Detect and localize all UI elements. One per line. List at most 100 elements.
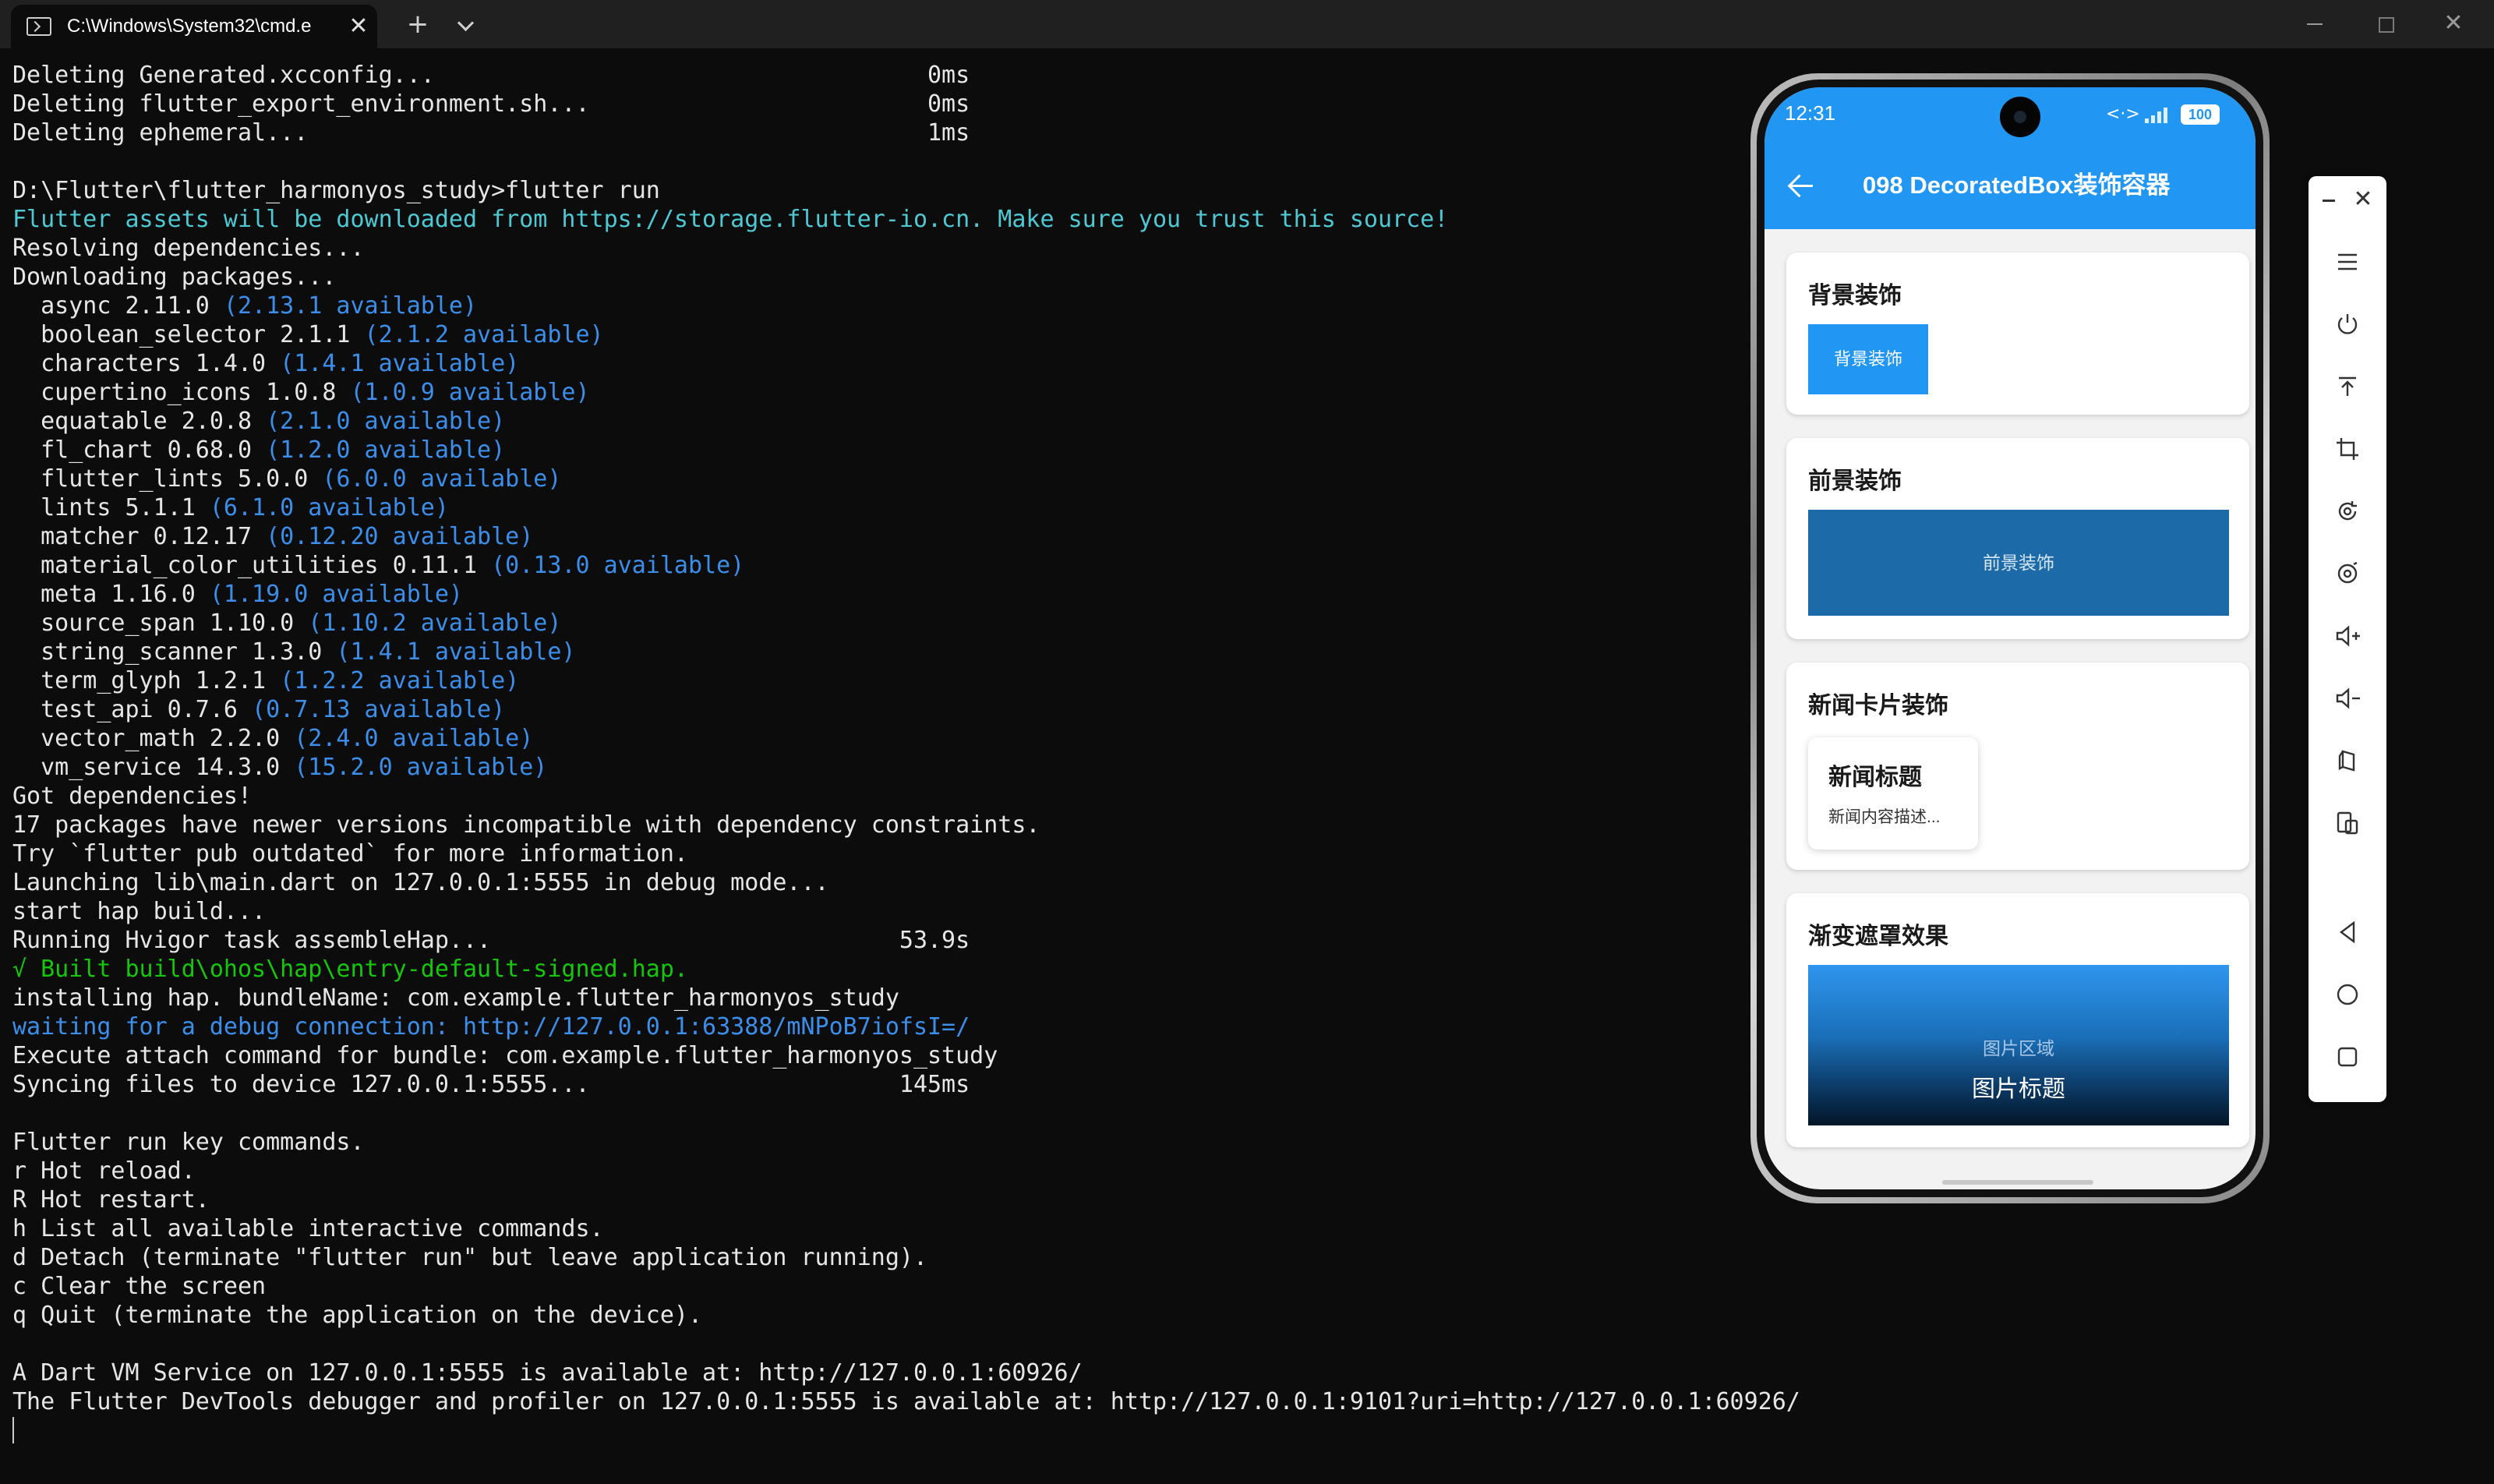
- terminal-line-text: Deleting Generated.xcconfig... 0ms: [12, 62, 970, 89]
- available-version: (2.1.0 available): [266, 408, 506, 435]
- terminal-tab[interactable]: C:\Windows\System32\cmd.e ✕: [11, 5, 377, 48]
- maximize-button[interactable]: [2362, 8, 2408, 39]
- toolbar-close-button[interactable]: ✕: [2349, 186, 2377, 214]
- terminal-line: r Hot reload.: [12, 1157, 1727, 1185]
- available-version: (1.0.9 available): [350, 379, 590, 406]
- phone-bezel: 12:31 <·> 100 098 DecoratedBox装饰容器 背景装饰 …: [1757, 80, 2263, 1197]
- terminal-line: h List all available interactive command…: [12, 1214, 1727, 1243]
- terminal-line: string_scanner 1.3.0 (1.4.1 available): [12, 638, 1727, 666]
- terminal-line: Deleting ephemeral... 1ms: [12, 118, 1727, 147]
- terminal-line-text: Flutter assets will be downloaded from h…: [12, 206, 1449, 233]
- battery-icon: 100: [2181, 104, 2220, 125]
- terminal-line-text: Got dependencies!: [12, 783, 253, 810]
- terminal-line: R Hot restart.: [12, 1185, 1727, 1214]
- terminal-line: q Quit (terminate the application on the…: [12, 1301, 1727, 1330]
- terminal-line-text: string_scanner 1.3.0: [12, 638, 337, 666]
- terminal-line: Resolving dependencies...: [12, 234, 1727, 263]
- terminal-line-text: test_api 0.7.6: [12, 696, 253, 723]
- terminal-line-text: Try `flutter pub outdated` for more info…: [12, 840, 688, 867]
- terminal-line: √ Built build\ohos\hap\entry-default-sig…: [12, 955, 1727, 984]
- nav-back-icon[interactable]: [2330, 915, 2365, 949]
- terminal-output[interactable]: Deleting Generated.xcconfig... 0ms Deleti…: [12, 61, 1800, 1464]
- terminal-line: A Dart VM Service on 127.0.0.1:5555 is a…: [12, 1359, 1727, 1387]
- foreground-decorated-box: 前景装饰: [1808, 510, 2229, 616]
- fold-icon[interactable]: [2330, 744, 2365, 778]
- volume-down-icon[interactable]: [2330, 681, 2365, 716]
- crop-icon[interactable]: [2330, 432, 2365, 466]
- toolbar-minimize-button[interactable]: [2318, 189, 2341, 212]
- terminal-line: source_span 1.10.0 (1.10.2 available): [12, 609, 1727, 638]
- news-description: 新闻内容描述...: [1828, 808, 1941, 826]
- terminal-line: term_glyph 1.2.1 (1.2.2 available): [12, 666, 1727, 695]
- signal-icon: [2145, 106, 2171, 123]
- terminal-line: boolean_selector 2.1.1 (2.1.2 available): [12, 320, 1727, 349]
- page-title: 098 DecoratedBox装饰容器: [1863, 171, 2171, 199]
- terminal-line-text: D:\Flutter\flutter_harmonyos_study>flutt…: [12, 177, 660, 204]
- terminal-line: Downloading packages...: [12, 263, 1727, 292]
- emulator-toolbar: ✕: [2309, 176, 2386, 1102]
- terminal-line: matcher 0.12.17 (0.12.20 available): [12, 522, 1727, 551]
- terminal-line-text: A Dart VM Service on 127.0.0.1:5555 is a…: [12, 1359, 1083, 1387]
- menu-icon[interactable]: [2330, 245, 2365, 279]
- terminal-line: waiting for a debug connection: http://1…: [12, 1012, 1727, 1041]
- terminal-line-text: r Hot reload.: [12, 1157, 196, 1185]
- terminal-line-text: term_glyph 1.2.1: [12, 667, 281, 694]
- terminal-line-text: matcher 0.12.17: [12, 523, 267, 550]
- pin-top-icon[interactable]: [2330, 369, 2365, 404]
- phone-screen[interactable]: 12:31 <·> 100 098 DecoratedBox装饰容器 背景装饰 …: [1765, 87, 2256, 1189]
- terminal-line-text: characters 1.4.0: [12, 350, 281, 377]
- network-icon: <·>: [2106, 104, 2140, 124]
- arrow-left-icon[interactable]: [1785, 168, 1819, 203]
- available-version: (0.12.20 available): [266, 523, 534, 550]
- terminal-line-text: meta 1.16.0: [12, 581, 210, 608]
- terminal-line-text: Deleting flutter_export_environment.sh..…: [12, 90, 970, 118]
- status-bar: 12:31 <·> 100: [1765, 87, 2256, 142]
- terminal-line-text: q Quit (terminate the application on the…: [12, 1302, 703, 1329]
- minimize-button[interactable]: [2291, 8, 2338, 39]
- window-title-bar: C:\Windows\System32\cmd.e ✕ + ✕: [0, 0, 2494, 48]
- tab-close-icon[interactable]: ✕: [344, 12, 373, 41]
- volume-up-icon[interactable]: [2330, 619, 2365, 653]
- terminal-line: async 2.11.0 (2.13.1 available): [12, 292, 1727, 320]
- nav-recent-icon[interactable]: [2330, 1040, 2365, 1074]
- foreground-decoration-card: 前景装饰 前景装饰: [1786, 438, 2249, 639]
- terminal-line-text: Deleting ephemeral... 1ms: [12, 119, 970, 147]
- tab-title: C:\Windows\System32\cmd.e: [67, 16, 312, 37]
- chevron-down-icon[interactable]: [450, 12, 482, 39]
- terminal-line: cupertino_icons 1.0.8 (1.0.9 available): [12, 378, 1727, 407]
- gradient-mask-card: 渐变遮罩效果 图片区域 图片标题: [1786, 893, 2249, 1147]
- available-version: (1.4.1 available): [280, 350, 520, 377]
- image-area-label: 图片区域: [1983, 1038, 2054, 1058]
- terminal-line-text: material_color_utilities 0.11.1: [12, 552, 492, 579]
- terminal-line: characters 1.4.0 (1.4.1 available): [12, 349, 1727, 378]
- terminal-line: 17 packages have newer versions incompat…: [12, 811, 1727, 839]
- terminal-line: Got dependencies!: [12, 782, 1727, 811]
- terminal-line-text: Resolving dependencies...: [12, 235, 365, 262]
- terminal-line-text: waiting for a debug connection: http://1…: [12, 1013, 970, 1041]
- available-version: (1.2.2 available): [280, 667, 520, 694]
- card-title: 前景装饰: [1808, 468, 1902, 494]
- home-indicator[interactable]: [1942, 1180, 2093, 1185]
- terminal-line: vm_service 14.3.0 (15.2.0 available): [12, 753, 1727, 782]
- terminal-line: flutter_lints 5.0.0 (6.0.0 available): [12, 465, 1727, 493]
- new-tab-button[interactable]: +: [402, 9, 433, 41]
- background-decorated-box: 背景装饰: [1808, 324, 1928, 394]
- background-decoration-card: 背景装饰 背景装饰: [1786, 253, 2249, 415]
- rotate-icon[interactable]: [2330, 494, 2365, 528]
- terminal-line: Launching lib\main.dart on 127.0.0.1:555…: [12, 868, 1727, 897]
- multi-device-icon[interactable]: [2330, 806, 2365, 840]
- power-icon[interactable]: [2330, 307, 2365, 341]
- terminal-icon: [26, 17, 51, 36]
- terminal-line-text: async 2.11.0: [12, 292, 224, 320]
- status-icons: <·> 100: [2104, 103, 2237, 126]
- nav-home-icon[interactable]: [2330, 977, 2365, 1012]
- terminal-line-text: Launching lib\main.dart on 127.0.0.1:555…: [12, 869, 829, 896]
- news-card[interactable]: 新闻标题 新闻内容描述...: [1808, 737, 1978, 850]
- terminal-line: The Flutter DevTools debugger and profil…: [12, 1387, 1800, 1416]
- screenshot-icon[interactable]: [2330, 556, 2365, 591]
- card-title: 渐变遮罩效果: [1808, 924, 1948, 949]
- close-window-button[interactable]: ✕: [2430, 8, 2477, 39]
- available-version: (1.10.2 available): [308, 610, 562, 637]
- terminal-line-text: vector_math 2.2.0: [12, 725, 295, 752]
